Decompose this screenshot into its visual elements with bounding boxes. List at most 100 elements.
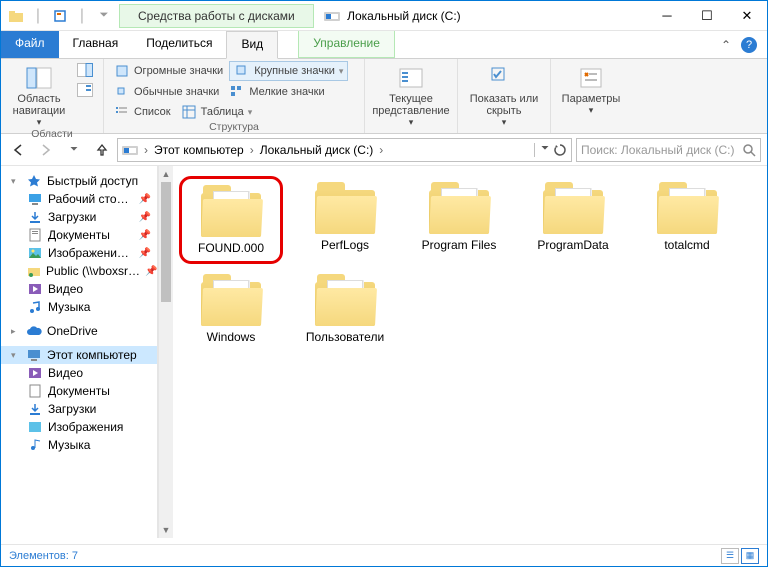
breadcrumb-sep[interactable]	[141, 143, 151, 157]
sidebar-this-pc[interactable]: ▾Этот компьютер	[1, 346, 157, 364]
qat-sep-icon: |	[73, 7, 91, 25]
pc-icon	[26, 347, 42, 363]
ribbon-group-current-view: Текущее представление ▾	[365, 59, 458, 133]
view-details-icon[interactable]: ☰	[721, 548, 739, 564]
context-tab-disk-tools[interactable]: Средства работы с дисками	[119, 4, 314, 28]
folder-content[interactable]: FOUND.000 PerfLogs Program Files Program…	[173, 166, 767, 538]
scroll-thumb[interactable]	[161, 182, 171, 302]
quick-access-toolbar: | | ⏷	[1, 7, 119, 25]
sidebar-documents[interactable]: Документы📌	[1, 226, 157, 244]
sidebar-pc-documents[interactable]: Документы	[1, 382, 157, 400]
options-button[interactable]: Параметры ▾	[557, 61, 625, 116]
breadcrumb-pc[interactable]: Этот компьютер	[154, 143, 244, 157]
pin-icon: 📌	[139, 194, 151, 205]
folder-programfiles[interactable]: Program Files	[407, 176, 511, 264]
sidebar-pc-music[interactable]: Музыка	[1, 436, 157, 454]
folder-icon	[313, 182, 377, 234]
collapse-ribbon-icon[interactable]: ⌃	[721, 38, 731, 52]
folder-perflogs[interactable]: PerfLogs	[293, 176, 397, 264]
show-hide-button[interactable]: Показать или скрыть ▾	[464, 61, 544, 128]
video-icon	[27, 281, 43, 297]
item-count: 7	[72, 550, 78, 562]
address-bar[interactable]: Этот компьютер Локальный диск (C:) ⏷	[117, 138, 572, 162]
nav-arrows: ⏷	[7, 139, 113, 161]
drive-icon	[122, 144, 138, 156]
navigation-pane-button[interactable]: Область навигации ▾	[7, 61, 71, 128]
breadcrumb-sep[interactable]	[376, 143, 386, 157]
view-md-icons[interactable]: Обычные значки	[110, 83, 223, 101]
ribbon-group-options: Параметры ▾	[551, 59, 631, 133]
tab-manage[interactable]: Управление	[298, 31, 395, 58]
folder-icon	[7, 7, 25, 25]
tab-home[interactable]: Главная	[59, 31, 133, 58]
pin-icon: 📌	[139, 212, 151, 223]
breadcrumb-drive[interactable]: Локальный диск (C:)	[260, 143, 374, 157]
sidebar-downloads[interactable]: Загрузки📌	[1, 208, 157, 226]
sidebar-scrollbar[interactable]: ▲ ▼	[158, 166, 173, 538]
sidebar-onedrive[interactable]: ▸OneDrive	[1, 322, 157, 340]
folder-users[interactable]: Пользователи	[293, 268, 397, 350]
minimize-button[interactable]: ─	[647, 1, 687, 31]
folder-windows[interactable]: Windows	[179, 268, 283, 350]
view-lg-icons[interactable]: Крупные значки ▾	[229, 61, 348, 81]
forward-button[interactable]	[35, 139, 57, 161]
help-icon[interactable]: ?	[741, 37, 757, 53]
recent-dropdown[interactable]: ⏷	[63, 139, 85, 161]
breadcrumb-sep[interactable]	[247, 143, 257, 157]
current-view-button[interactable]: Текущее представление ▾	[371, 61, 451, 128]
ribbon-group-layout: Огромные значки Крупные значки ▾ Обычные…	[104, 59, 365, 133]
main-area: ▾Быстрый доступ Рабочий сто…📌 Загрузки📌 …	[1, 166, 767, 538]
maximize-button[interactable]: ☐	[687, 1, 727, 31]
search-box[interactable]: Поиск: Локальный диск (C:)	[576, 138, 761, 162]
pin-icon: 📌	[139, 248, 151, 259]
close-button[interactable]: ✕	[727, 1, 767, 31]
picture-icon	[27, 419, 43, 435]
status-bar: Элементов: 7 ☰ ▦	[1, 544, 767, 566]
scroll-up-icon[interactable]: ▲	[159, 166, 173, 182]
network-folder-icon	[27, 263, 41, 279]
sidebar-music[interactable]: Музыка	[1, 298, 157, 316]
item-count-label: Элементов:	[9, 550, 69, 562]
sidebar-videos[interactable]: Видео	[1, 280, 157, 298]
qat-sep-icon: |	[29, 7, 47, 25]
title-bar: | | ⏷ Средства работы с дисками Локальны…	[1, 1, 767, 31]
back-button[interactable]	[7, 139, 29, 161]
sidebar-pc-downloads[interactable]: Загрузки	[1, 400, 157, 418]
view-xl-icons[interactable]: Огромные значки	[110, 61, 227, 81]
folder-icon	[541, 182, 605, 234]
up-button[interactable]	[91, 139, 113, 161]
address-dropdown-icon[interactable]: ⏷	[541, 143, 549, 157]
download-icon	[27, 209, 43, 225]
folder-icon	[199, 274, 263, 326]
view-large-icons-icon[interactable]: ▦	[741, 548, 759, 564]
sidebar-pc-pictures[interactable]: Изображения	[1, 418, 157, 436]
sidebar-desktop[interactable]: Рабочий сто…📌	[1, 190, 157, 208]
properties-icon[interactable]	[51, 7, 69, 25]
pin-icon: 📌	[139, 230, 151, 241]
sidebar-pictures[interactable]: Изображени…📌	[1, 244, 157, 262]
tab-file[interactable]: Файл	[1, 31, 59, 58]
window-controls: ─ ☐ ✕	[647, 1, 767, 31]
preview-pane-button[interactable]	[73, 61, 97, 79]
group-label-layout: Структура	[110, 121, 358, 135]
tab-view[interactable]: Вид	[226, 31, 278, 59]
folder-found000[interactable]: FOUND.000	[179, 176, 283, 264]
sidebar-pc-videos[interactable]: Видео	[1, 364, 157, 382]
music-icon	[27, 437, 43, 453]
qat-dropdown-icon[interactable]: ⏷	[95, 7, 113, 25]
view-list[interactable]: Список	[110, 103, 175, 121]
folder-programdata[interactable]: ProgramData	[521, 176, 625, 264]
document-icon	[27, 227, 43, 243]
sidebar-quick-access[interactable]: ▾Быстрый доступ	[1, 172, 157, 190]
refresh-icon[interactable]	[553, 143, 567, 157]
view-sm-icons[interactable]: Мелкие значки	[225, 83, 328, 101]
details-pane-button[interactable]	[73, 81, 97, 99]
scroll-down-icon[interactable]: ▼	[159, 522, 173, 538]
sidebar-public[interactable]: Public (\\vboxsr…📌	[1, 262, 157, 280]
folder-icon	[655, 182, 719, 234]
tab-share[interactable]: Поделиться	[132, 31, 226, 58]
folder-totalcmd[interactable]: totalcmd	[635, 176, 739, 264]
download-icon	[27, 401, 43, 417]
view-table[interactable]: Таблица ▾	[177, 103, 257, 121]
search-icon[interactable]	[742, 143, 756, 157]
